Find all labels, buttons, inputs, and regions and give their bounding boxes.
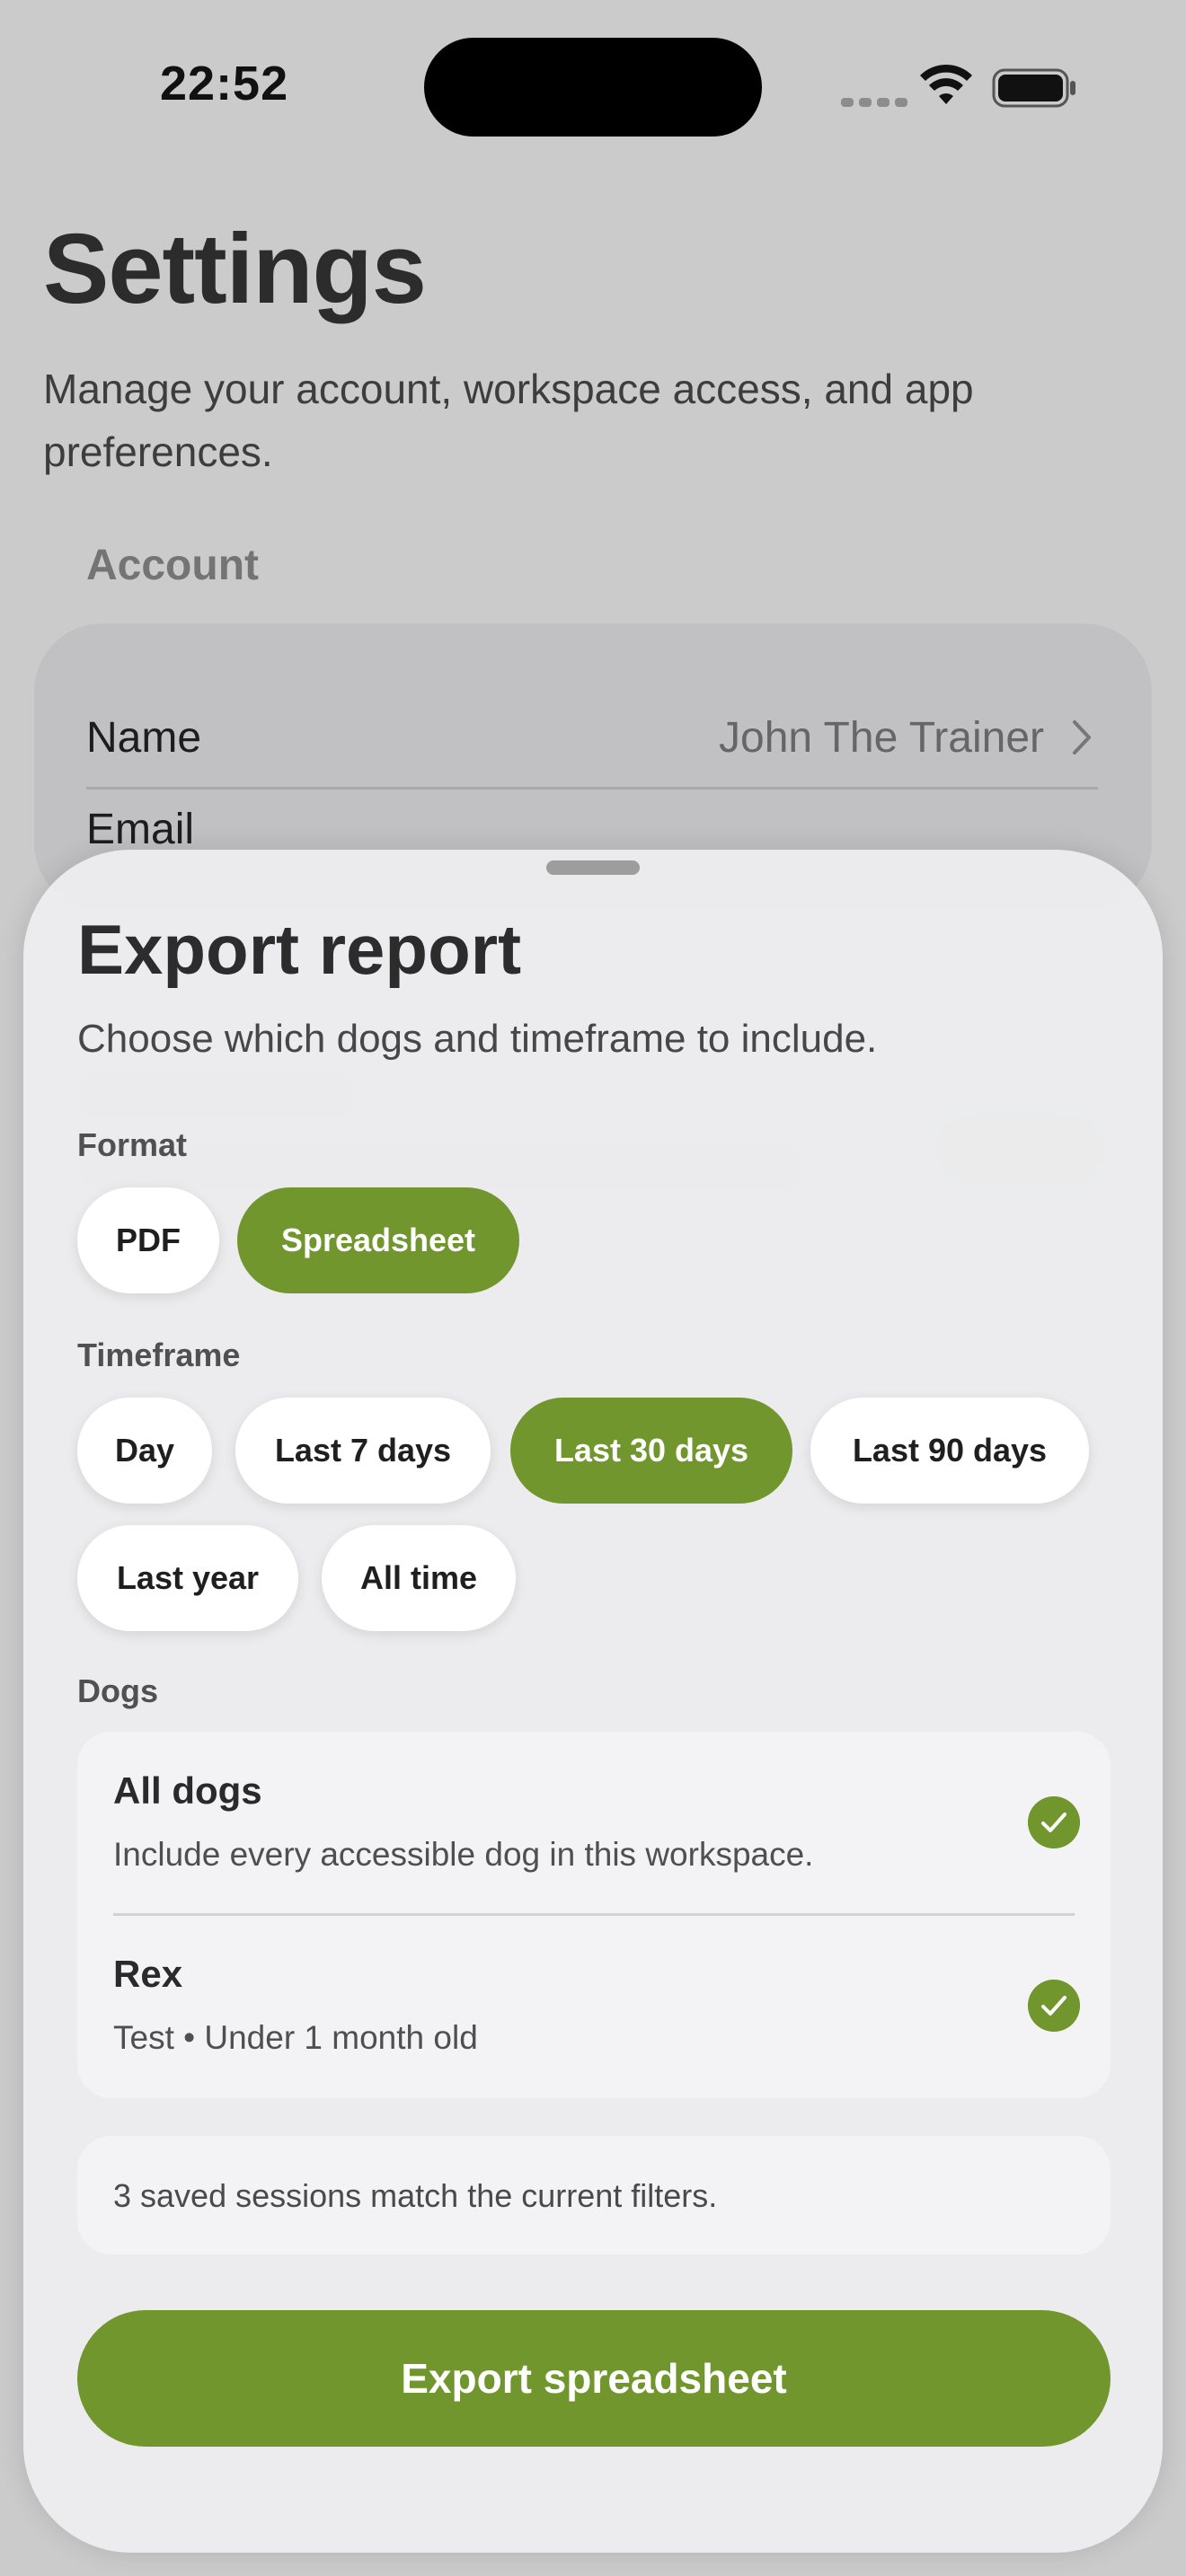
dog-option-subtitle: Test • Under 1 month old: [113, 2019, 478, 2056]
dog-option-title: Rex: [113, 1953, 183, 1995]
timeframe-all-time-chip[interactable]: All time: [322, 1525, 516, 1631]
timeframe-label: Timeframe: [77, 1337, 241, 1373]
format-pdf-chip[interactable]: PDF: [77, 1187, 219, 1293]
battery-icon: [992, 68, 1075, 108]
dogs-list: All dogs Include every accessible dog in…: [77, 1732, 1111, 2098]
cellular-signal-icon: [841, 95, 913, 111]
checkmark-icon: [1028, 1796, 1080, 1848]
dog-option-rex[interactable]: Rex Test • Under 1 month old: [113, 1915, 1080, 2098]
dogs-label: Dogs: [77, 1672, 158, 1709]
status-bar: 22:52: [0, 0, 1186, 171]
name-label: Name: [86, 714, 202, 762]
account-section-header: Account: [86, 542, 259, 589]
timeframe-last-90-days-chip[interactable]: Last 90 days: [810, 1398, 1089, 1504]
status-time: 22:52: [160, 57, 289, 110]
dog-option-title: All dogs: [113, 1769, 262, 1812]
export-spreadsheet-button[interactable]: Export spreadsheet: [77, 2310, 1111, 2447]
timeframe-last-7-days-chip[interactable]: Last 7 days: [235, 1398, 491, 1504]
page-subtitle: Manage your account, workspace access, a…: [43, 366, 974, 475]
dog-option-subtitle: Include every accessible dog in this wor…: [113, 1836, 814, 1873]
dog-option-all-dogs[interactable]: All dogs Include every accessible dog in…: [113, 1732, 1080, 1916]
export-report-sheet: Export report Choose which dogs and time…: [23, 850, 1163, 2553]
timeframe-last-30-days-chip[interactable]: Last 30 days: [510, 1398, 792, 1504]
summary-text: 3 saved sessions match the current filte…: [113, 2177, 718, 2214]
page-title: Settings: [43, 214, 427, 324]
email-row[interactable]: Email: [86, 805, 194, 854]
format-spreadsheet-chip[interactable]: Spreadsheet: [237, 1187, 519, 1293]
dynamic-island: [424, 38, 762, 137]
sheet-grabber[interactable]: [546, 860, 640, 875]
name-value: John The Trainer: [719, 714, 1044, 762]
checkmark-icon: [1028, 1980, 1080, 2032]
chevron-right-icon: [1073, 720, 1091, 754]
timeframe-day-chip[interactable]: Day: [77, 1398, 212, 1504]
sheet-title: Export report: [77, 910, 522, 989]
format-label: Format: [77, 1126, 188, 1163]
name-row[interactable]: Name John The Trainer: [86, 670, 1098, 790]
sheet-subtitle: Choose which dogs and timeframe to inclu…: [77, 1017, 878, 1061]
summary-card: 3 saved sessions match the current filte…: [77, 2136, 1111, 2254]
wifi-icon: [920, 64, 972, 104]
timeframe-last-year-chip[interactable]: Last year: [77, 1525, 298, 1631]
